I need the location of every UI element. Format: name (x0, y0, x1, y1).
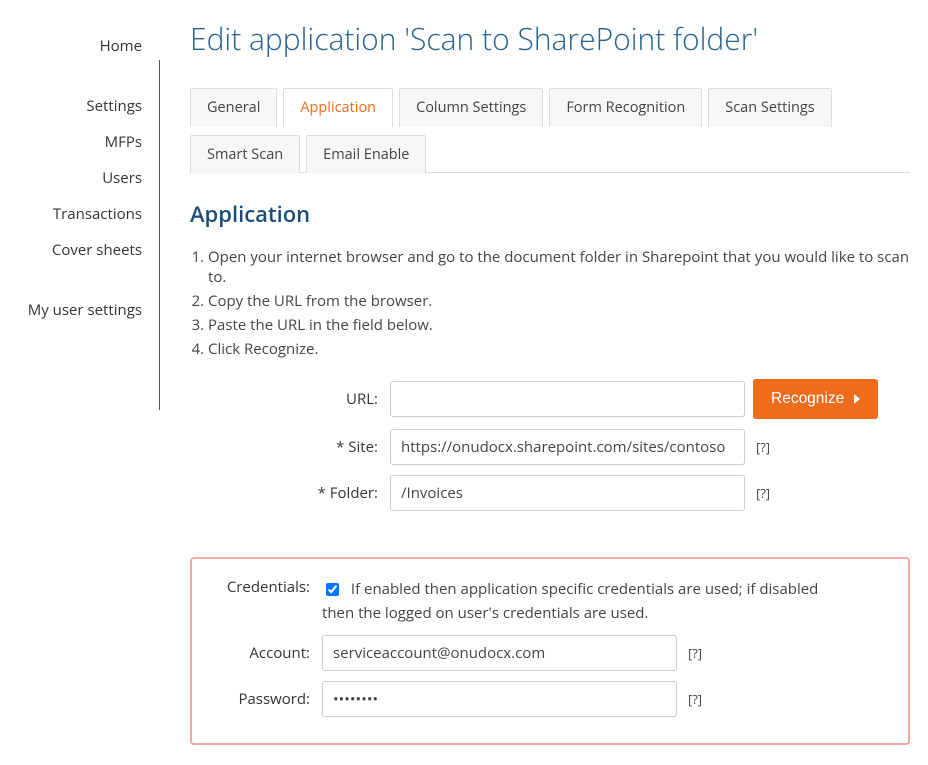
nav-cover-sheets[interactable]: Cover sheets (0, 232, 160, 268)
instruction-list: Open your internet browser and go to the… (190, 247, 910, 359)
nav-my-user-settings[interactable]: My user settings (0, 292, 160, 328)
tab-email-enable[interactable]: Email Enable (306, 135, 426, 173)
credentials-box: Credentials: If enabled then application… (190, 557, 910, 745)
section-title: Application (190, 199, 910, 229)
tab-column-settings[interactable]: Column Settings (399, 88, 543, 127)
account-input[interactable] (322, 635, 677, 671)
tab-general[interactable]: General (190, 88, 277, 127)
tab-application[interactable]: Application (283, 88, 393, 127)
nav-settings[interactable]: Settings (0, 88, 160, 124)
account-label: Account: (192, 643, 322, 663)
recognize-button-label: Recognize (771, 390, 844, 408)
tab-scan-settings[interactable]: Scan Settings (708, 88, 831, 127)
credentials-description: If enabled then application specific cre… (322, 579, 818, 623)
credentials-label: Credentials: (192, 577, 322, 597)
help-icon[interactable]: [?] (753, 484, 773, 502)
help-icon[interactable]: [?] (685, 690, 705, 708)
recognize-button[interactable]: Recognize (753, 379, 878, 419)
nav-mfps[interactable]: MFPs (0, 124, 160, 160)
url-input[interactable] (390, 381, 745, 417)
site-label: * Site: (190, 437, 390, 457)
password-label: Password: (192, 689, 322, 709)
nav-transactions[interactable]: Transactions (0, 196, 160, 232)
step-2: Copy the URL from the browser. (208, 291, 910, 311)
url-label: URL: (190, 389, 390, 409)
tab-form-recognition[interactable]: Form Recognition (549, 88, 702, 127)
nav-users[interactable]: Users (0, 160, 160, 196)
step-3: Paste the URL in the field below. (208, 315, 910, 335)
tab-bar: General Application Column Settings Form… (190, 87, 910, 173)
page-title: Edit application 'Scan to SharePoint fol… (190, 18, 910, 59)
help-icon[interactable]: [?] (753, 438, 773, 456)
site-input[interactable] (390, 429, 745, 465)
main-content: Edit application 'Scan to SharePoint fol… (160, 0, 928, 765)
arrow-right-icon (854, 394, 860, 404)
nav-home[interactable]: Home (0, 28, 160, 64)
step-1: Open your internet browser and go to the… (208, 247, 910, 287)
folder-label: * Folder: (190, 483, 390, 503)
credentials-checkbox[interactable] (326, 583, 339, 596)
tab-smart-scan[interactable]: Smart Scan (190, 135, 300, 173)
sidebar: Home Settings MFPs Users Transactions Co… (0, 0, 160, 765)
step-4: Click Recognize. (208, 339, 910, 359)
folder-input[interactable] (390, 475, 745, 511)
help-icon[interactable]: [?] (685, 644, 705, 662)
